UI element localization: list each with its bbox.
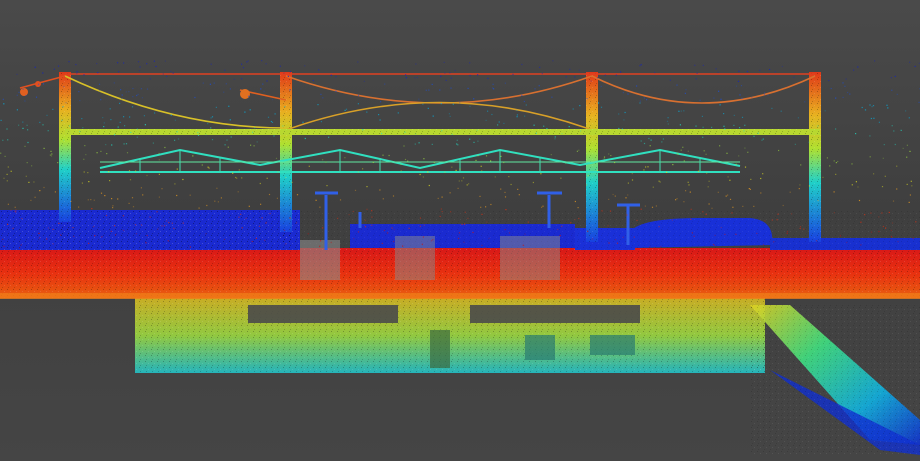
stairway: [750, 305, 920, 455]
contact-wires: [99, 148, 741, 173]
headspan-wires: [19, 73, 816, 131]
point-cloud-scene: [0, 60, 920, 455]
lower-concourse: [135, 298, 765, 373]
point-cloud-viewport[interactable]: [0, 0, 920, 461]
elevated-deck: [0, 248, 920, 299]
cross-beam: [65, 129, 820, 135]
insulators: [20, 81, 250, 99]
